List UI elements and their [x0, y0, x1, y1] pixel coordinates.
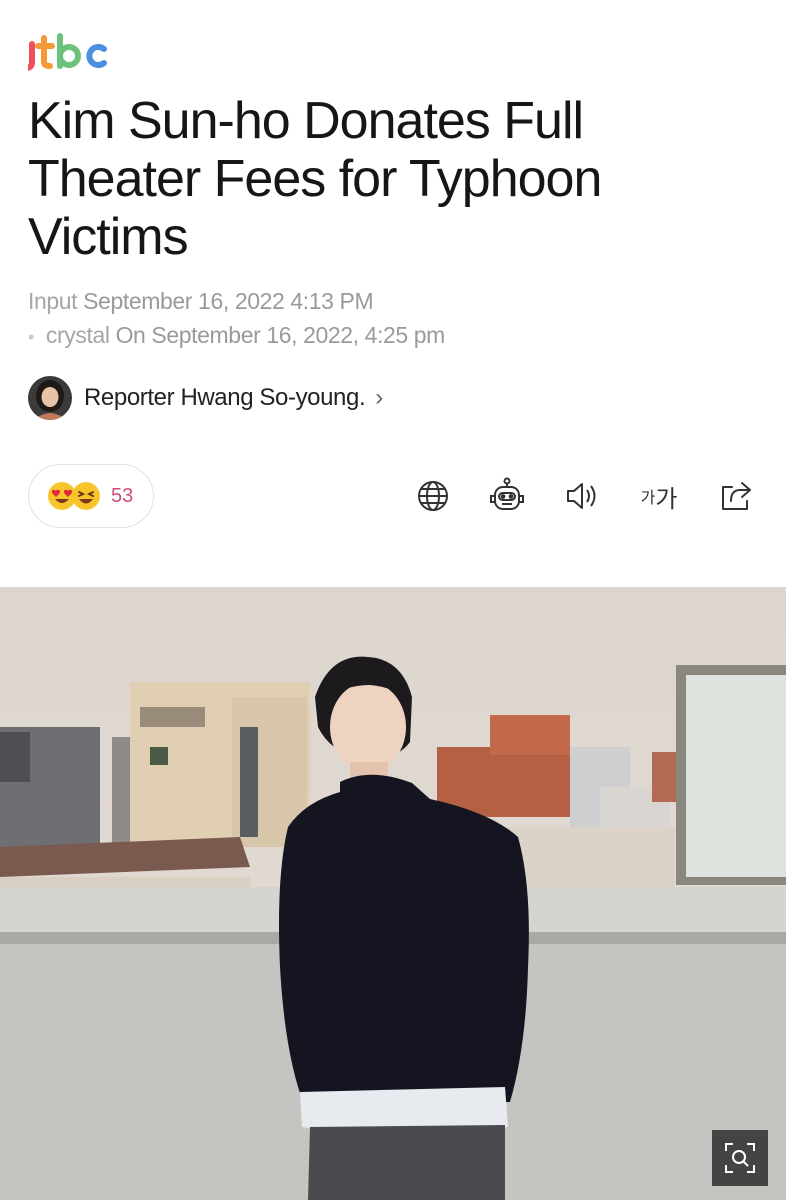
update-label: crystal — [45, 322, 110, 348]
reporter-name: Reporter Hwang So-young. — [84, 384, 366, 411]
speaker-icon — [567, 483, 596, 509]
jtbc-logo[interactable] — [28, 32, 108, 72]
article-photo[interactable] — [0, 587, 786, 1200]
font-size-large-glyph: 가 — [655, 485, 678, 513]
ai-summary-button[interactable] — [487, 476, 527, 516]
font-size-button[interactable]: 가 가 — [636, 476, 682, 516]
input-time: September 16, 2022 4:13 PM — [83, 288, 374, 314]
reaction-button[interactable]: 53 — [28, 464, 154, 528]
article-title: Kim Sun-ho Donates Full Theater Fees for… — [28, 92, 602, 266]
reporter-avatar — [28, 376, 72, 420]
reaction-count: 53 — [111, 484, 134, 507]
zoom-icon — [725, 1143, 755, 1173]
globe-icon — [418, 481, 448, 511]
read-aloud-button[interactable] — [562, 476, 602, 516]
update-time: On September 16, 2022, 4:25 pm — [115, 322, 446, 348]
laughing-emoji-icon — [72, 482, 100, 510]
photo-zoom-button[interactable] — [712, 1130, 768, 1186]
update-timestamp: • crystal On September 16, 2022, 4:25 pm — [28, 322, 445, 349]
input-label: Input — [28, 288, 78, 314]
bullet-dot-icon: • — [28, 327, 34, 347]
robot-icon — [490, 477, 524, 510]
share-button[interactable] — [716, 476, 756, 516]
font-size-small-glyph: 가 — [640, 490, 656, 507]
input-timestamp: Input September 16, 2022 4:13 PM — [28, 288, 374, 315]
chevron-right-icon: › — [375, 384, 384, 411]
share-icon — [722, 482, 751, 510]
translate-button[interactable] — [413, 476, 453, 516]
reporter-link[interactable]: Reporter Hwang So-young. › — [28, 375, 383, 421]
